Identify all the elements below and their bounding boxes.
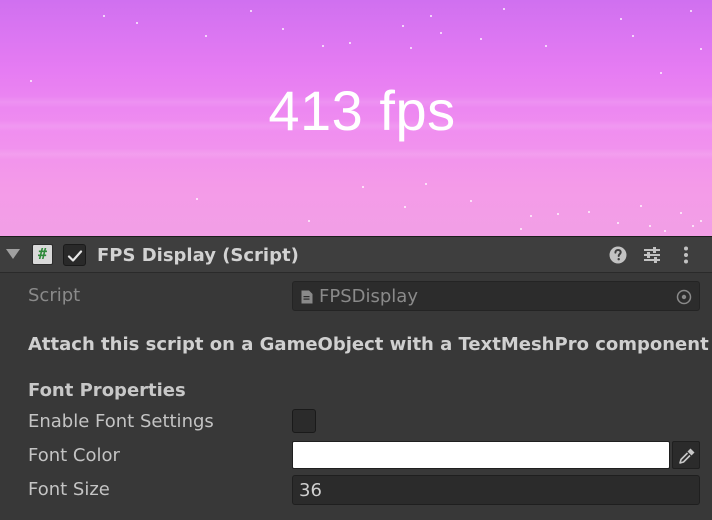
checkmark-icon <box>67 250 83 262</box>
star <box>410 47 412 49</box>
star <box>680 212 682 214</box>
csharp-script-icon: # <box>32 244 53 265</box>
script-label: Script <box>28 285 81 306</box>
star <box>404 206 406 208</box>
star <box>588 211 590 213</box>
help-icon[interactable] <box>608 245 628 265</box>
star <box>425 183 427 185</box>
enable-font-settings-label: Enable Font Settings <box>28 411 214 432</box>
star <box>545 45 547 47</box>
star <box>205 35 207 37</box>
star <box>349 42 351 44</box>
script-file-icon <box>301 290 313 304</box>
star <box>362 186 364 188</box>
object-picker-icon[interactable] <box>676 289 692 305</box>
inspector-panel: # FPS Display (Script) Script FPSDisplay… <box>0 236 712 520</box>
context-menu-icon[interactable] <box>676 245 696 265</box>
star <box>617 222 619 224</box>
font-size-label: Font Size <box>28 479 110 500</box>
font-color-swatch[interactable] <box>292 441 670 469</box>
eyedropper-button[interactable] <box>672 441 700 469</box>
star <box>632 35 634 37</box>
font-properties-header: Font Properties <box>28 380 186 401</box>
foldout-arrow-icon[interactable] <box>6 249 20 259</box>
script-field-value: FPSDisplay <box>319 286 418 307</box>
star <box>282 28 284 30</box>
star <box>530 215 532 217</box>
star <box>470 200 472 202</box>
star <box>503 8 505 10</box>
star <box>690 10 692 12</box>
star <box>557 213 559 215</box>
font-size-value: 36 <box>299 480 322 501</box>
star <box>480 38 482 40</box>
component-header[interactable]: # FPS Display (Script) <box>0 237 712 273</box>
star <box>322 45 324 47</box>
sky-band <box>0 148 712 160</box>
star <box>402 25 404 27</box>
star <box>136 22 138 24</box>
star <box>700 48 702 50</box>
script-info-text: Attach this script on a GameObject with … <box>28 334 709 355</box>
eyedropper-icon <box>679 448 695 464</box>
star <box>103 15 105 17</box>
star <box>649 225 651 227</box>
component-enabled-checkbox[interactable] <box>63 244 86 266</box>
star <box>440 32 442 34</box>
component-title: FPS Display (Script) <box>97 245 299 266</box>
star <box>250 10 252 12</box>
star <box>700 220 702 222</box>
star <box>430 15 432 17</box>
star <box>196 198 198 200</box>
preset-sliders-icon[interactable] <box>642 245 662 265</box>
star <box>692 225 694 227</box>
font-color-label: Font Color <box>28 445 120 466</box>
star <box>660 72 662 74</box>
font-size-input[interactable]: 36 <box>292 475 700 505</box>
star <box>308 220 310 222</box>
star <box>620 18 622 20</box>
star <box>640 205 642 207</box>
enable-font-settings-checkbox[interactable] <box>292 409 316 433</box>
fps-counter-text: 413 fps <box>268 79 456 142</box>
script-object-field[interactable]: FPSDisplay <box>292 281 700 311</box>
star <box>664 230 666 232</box>
star <box>520 228 522 230</box>
game-view: 413 fps <box>0 0 712 236</box>
